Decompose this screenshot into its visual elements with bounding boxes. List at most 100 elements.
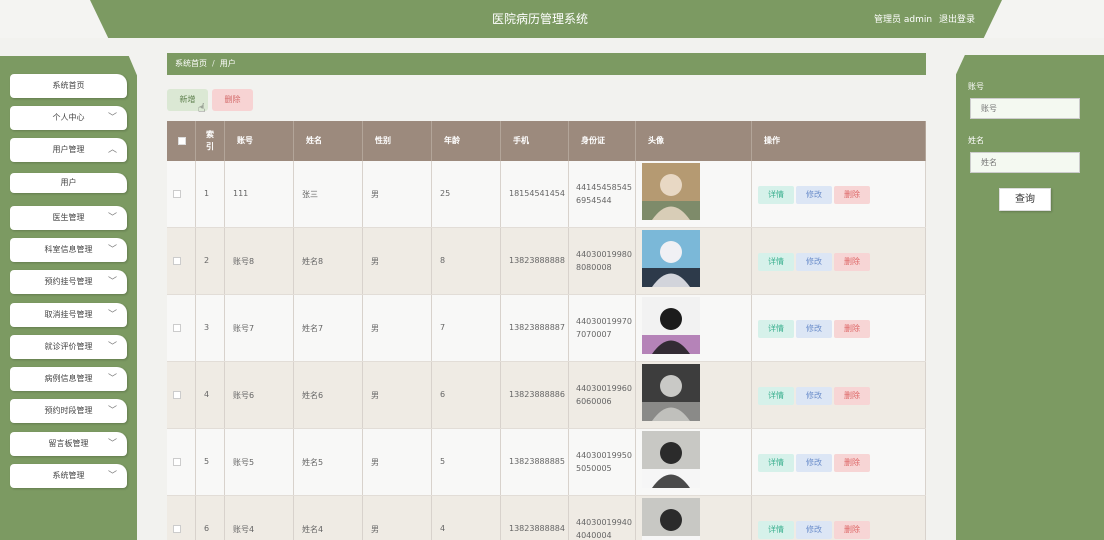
- sidebar-item-label: 个人中心: [52, 113, 85, 122]
- sidebar-item-2[interactable]: 个人中心 ﹀: [10, 106, 127, 130]
- sidebar-item-11[interactable]: 预约时段管理 ﹀: [10, 399, 127, 423]
- top-header: 医院病历管理系统 管理员 admin 退出登录: [0, 0, 1104, 38]
- cell-gender: 男: [371, 257, 379, 266]
- table-cell: 详情 修改 删除: [752, 161, 926, 227]
- edit-button[interactable]: 修改: [796, 253, 832, 271]
- column-header[interactable]: [167, 121, 196, 161]
- delete-button[interactable]: 删除: [834, 454, 870, 472]
- row-checkbox[interactable]: [173, 525, 181, 533]
- edit-button[interactable]: 修改: [796, 521, 832, 539]
- table-cell: 账号4: [225, 496, 294, 540]
- view-button[interactable]: 详情: [758, 387, 794, 405]
- row-checkbox[interactable]: [173, 391, 181, 399]
- sidebar-item-label: 取消挂号管理: [44, 310, 93, 319]
- delete-button[interactable]: 删除: [834, 521, 870, 539]
- name-search-input[interactable]: [970, 152, 1080, 173]
- sidebar-item-13[interactable]: 系统管理 ﹀: [10, 464, 127, 488]
- delete-button[interactable]: 删除: [834, 186, 870, 204]
- view-button[interactable]: 详情: [758, 320, 794, 338]
- cell-age: 7: [440, 323, 446, 332]
- sidebar-item-9[interactable]: 就诊评价管理 ﹀: [10, 335, 127, 359]
- table-cell: 姓名4: [294, 496, 363, 540]
- row-checkbox[interactable]: [173, 190, 181, 198]
- table-cell: 13823888888: [501, 228, 569, 294]
- search-panel: 账号 姓名 查询: [956, 55, 1104, 540]
- view-button[interactable]: 详情: [758, 454, 794, 472]
- column-header-label: 身份证: [581, 136, 605, 145]
- sidebar-item-3[interactable]: 用户管理 ︿: [10, 138, 127, 162]
- sidebar-item-7[interactable]: 预约挂号管理 ﹀: [10, 270, 127, 294]
- delete-button[interactable]: 删除: [834, 253, 870, 271]
- table-cell: [636, 228, 752, 294]
- table-cell: 440300199606060006: [569, 362, 636, 428]
- table-cell: 6: [432, 362, 501, 428]
- edit-button[interactable]: 修改: [796, 387, 832, 405]
- sidebar-item-5[interactable]: 医生管理 ﹀: [10, 206, 127, 230]
- table-row: 1 111 张三男 25 18154541454 441454585456954544 详情…: [167, 161, 926, 228]
- table-cell: 账号6: [225, 362, 294, 428]
- table-cell: 男: [363, 496, 432, 540]
- delete-selected-button[interactable]: 删除: [212, 89, 253, 111]
- chevron-down-icon: ﹀: [107, 113, 117, 123]
- breadcrumb-home[interactable]: 系统首页: [175, 59, 207, 68]
- view-button[interactable]: 详情: [758, 253, 794, 271]
- account-search-input[interactable]: [970, 98, 1080, 119]
- table-cell: 5: [196, 429, 225, 495]
- sidebar-item-label: 医生管理: [52, 213, 85, 222]
- table-cell: 男: [363, 161, 432, 227]
- app-title: 医院病历管理系统: [491, 12, 588, 26]
- chevron-down-icon: ﹀: [107, 406, 117, 416]
- table-cell: 5: [432, 429, 501, 495]
- sidebar-item-label: 系统首页: [52, 81, 85, 90]
- sidebar-item-label: 就诊评价管理: [44, 342, 93, 351]
- table-cell: 6: [196, 496, 225, 540]
- mouse-pointer-icon: ☝: [198, 101, 206, 115]
- column-header: 操作: [752, 121, 926, 161]
- cell-name: 姓名7: [302, 324, 324, 333]
- sidebar-item-4[interactable]: 用户: [10, 173, 127, 193]
- table-cell: [167, 362, 196, 428]
- breadcrumb-current: 用户: [219, 59, 236, 68]
- chevron-down-icon: ﹀: [107, 439, 117, 449]
- view-button[interactable]: 详情: [758, 521, 794, 539]
- sidebar-item-10[interactable]: 病例信息管理 ﹀: [10, 367, 127, 391]
- row-checkbox[interactable]: [173, 324, 181, 332]
- table-row: 5 账号5 姓名5 男 5 13823888885 440300199505050005 详情…: [167, 429, 926, 496]
- table-cell: 4: [432, 496, 501, 540]
- table-cell: 详情 修改 删除: [752, 496, 926, 540]
- sidebar-item-8[interactable]: 取消挂号管理 ﹀: [10, 303, 127, 327]
- cell-id_card: 440300199606060006: [576, 384, 632, 406]
- table-cell: 男: [363, 429, 432, 495]
- sidebar-item-12[interactable]: 留言板管理 ﹀: [10, 432, 127, 456]
- sidebar-item-label: 预约时段管理: [44, 406, 93, 415]
- delete-button[interactable]: 删除: [834, 320, 870, 338]
- edit-button[interactable]: 修改: [796, 454, 832, 472]
- row-checkbox[interactable]: [173, 458, 181, 466]
- edit-button[interactable]: 修改: [796, 186, 832, 204]
- cell-index: 3: [204, 323, 210, 332]
- cell-phone: 13823888885: [509, 457, 565, 466]
- logout-link[interactable]: 退出登录: [939, 15, 975, 25]
- cell-gender: 男: [371, 190, 379, 199]
- edit-button[interactable]: 修改: [796, 320, 832, 338]
- search-button[interactable]: 查询: [999, 188, 1051, 211]
- chevron-down-icon: ﹀: [107, 471, 117, 481]
- column-header-label: 姓名: [306, 136, 322, 145]
- cell-index: 1: [204, 189, 210, 198]
- cell-name: 姓名5: [302, 458, 324, 467]
- table-cell: 1: [196, 161, 225, 227]
- cell-account: 账号8: [233, 257, 255, 266]
- cell-phone: 13823888887: [509, 323, 565, 332]
- row-checkbox[interactable]: [173, 257, 181, 265]
- column-header: 性别: [363, 121, 432, 161]
- view-button[interactable]: 详情: [758, 186, 794, 204]
- sidebar-item-1[interactable]: 系统首页: [10, 74, 127, 98]
- table-row: 3 账号7 姓名7 男 7 13823888887 440300199707070007 详情…: [167, 295, 926, 362]
- select-all-checkbox[interactable]: [178, 137, 186, 145]
- chevron-down-icon: ﹀: [107, 374, 117, 384]
- sidebar-item-6[interactable]: 科室信息管理 ﹀: [10, 238, 127, 262]
- cell-phone: 13823888884: [509, 524, 565, 533]
- account-label: 账号: [968, 82, 984, 91]
- delete-button[interactable]: 删除: [834, 387, 870, 405]
- table-cell: 440300199404040004: [569, 496, 636, 540]
